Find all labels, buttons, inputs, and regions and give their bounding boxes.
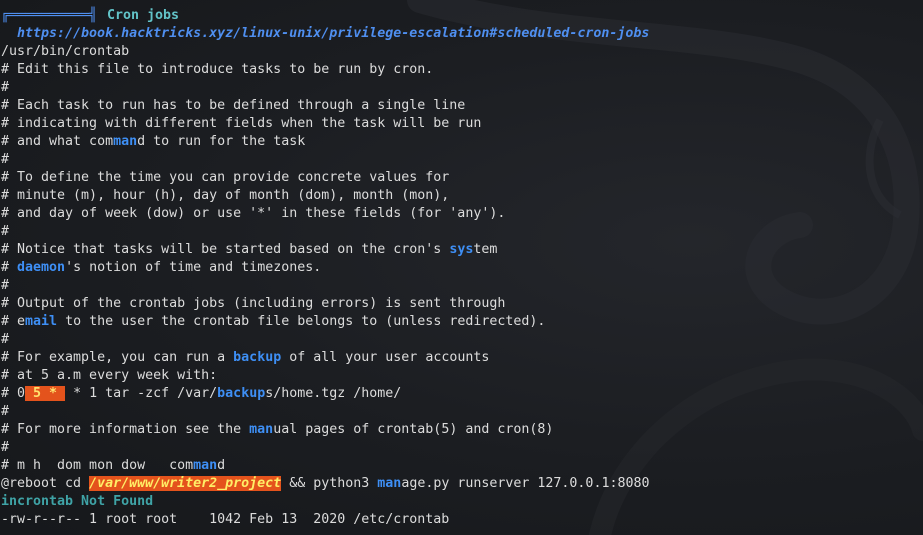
- output-line: # indicating with different fields when …: [1, 116, 482, 131]
- output-line: # email to the user the crontab file bel…: [0, 313, 923, 331]
- output-line: # 0 5 * * 1 tar -zcf /var/backups/home.t…: [0, 385, 923, 403]
- red-highlight: 5 *: [25, 386, 66, 401]
- text-segment: # m h dom mon dow com: [1, 458, 194, 473]
- text-segment: to the user the crontab file belongs to …: [57, 314, 546, 329]
- output-line: # Edit this file to introduce tasks to b…: [1, 62, 434, 77]
- text-segment: && python3: [281, 476, 378, 491]
- incrontab-status: incrontab Not Found: [1, 494, 154, 509]
- text-segment: # For more information see the: [1, 422, 250, 437]
- output-line: # Output of the crontab jobs (including …: [1, 296, 506, 311]
- text-segment: d to run for the task: [137, 134, 306, 149]
- output-line: # and what command to run for the task: [0, 133, 923, 151]
- output-line: #: [1, 332, 10, 347]
- terminal-output: ╔══════════╣ Cron jobs https://book.hack…: [0, 7, 923, 529]
- text-segment: d: [217, 458, 226, 473]
- highlighted-keyword: daemon: [17, 260, 66, 275]
- highlighted-keyword: man: [377, 476, 402, 491]
- output-line: # minute (m), hour (h), day of month (do…: [1, 188, 450, 203]
- output-line: # at 5 a.m every week with:: [1, 368, 218, 383]
- text-segment: # Notice that tasks will be started base…: [1, 242, 450, 257]
- text-segment: s/home.tgz /home/: [265, 386, 402, 401]
- highlighted-keyword: backup: [217, 386, 266, 401]
- highlighted-keyword: sys: [449, 242, 474, 257]
- output-line: #: [1, 224, 10, 239]
- output-line: #: [1, 278, 10, 293]
- writable-path-highlight: /var/www/writer2_project: [89, 476, 282, 491]
- output-line: # and day of week (dow) or use '*' in th…: [1, 206, 506, 221]
- text-segment: #: [1, 260, 18, 275]
- file-listing-line: -rw-r--r-- 1 root root 1042 Feb 13 2020 …: [1, 512, 450, 527]
- text-segment: # and what com: [1, 134, 114, 149]
- output-line: # For more information see the manual pa…: [0, 421, 923, 439]
- output-line: # To define the time you can provide con…: [1, 170, 450, 185]
- box-corner-glyph: ╔══════════╣: [1, 8, 98, 23]
- output-line: #: [1, 80, 10, 95]
- output-line: # Each task to run has to be defined thr…: [1, 98, 466, 113]
- output-line: #: [1, 440, 10, 455]
- text-segment: 's notion of time and timezones.: [65, 260, 322, 275]
- output-line: # For example, you can run a backup of a…: [0, 349, 923, 367]
- section-header-line: ╔══════════╣ Cron jobs: [0, 7, 923, 25]
- highlighted-keyword: man: [193, 458, 218, 473]
- section-title: Cron jobs: [107, 8, 180, 23]
- text-segment: # For example, you can run a: [1, 350, 234, 365]
- section-url-line: https://book.hacktricks.xyz/linux-unix/p…: [0, 25, 923, 43]
- output-line: # Notice that tasks will be started base…: [0, 241, 923, 259]
- output-line: #: [1, 152, 10, 167]
- text-segment: ual pages of crontab(5) and cron(8): [273, 422, 554, 437]
- output-line: #: [1, 404, 10, 419]
- text-segment: @reboot cd: [1, 476, 90, 491]
- highlighted-keyword: man: [113, 134, 138, 149]
- output-line: /usr/bin/crontab: [1, 44, 130, 59]
- text-segment: of all your user accounts: [281, 350, 490, 365]
- cron-entry-line: @reboot cd /var/www/writer2_project && p…: [0, 475, 923, 493]
- highlighted-keyword: mail: [25, 314, 58, 329]
- text-segment: * 1 tar -zcf /var/: [65, 386, 218, 401]
- highlighted-keyword: man: [249, 422, 274, 437]
- terminal-window[interactable]: ╔══════════╣ Cron jobs https://book.hack…: [0, 0, 923, 535]
- text-segment: # e: [1, 314, 26, 329]
- output-line: # m h dom mon dow command: [0, 457, 923, 475]
- text-segment: # 0: [1, 386, 26, 401]
- text-segment: tem: [473, 242, 498, 257]
- output-line: # daemon's notion of time and timezones.: [0, 259, 923, 277]
- reference-link[interactable]: https://book.hacktricks.xyz/linux-unix/p…: [1, 26, 649, 41]
- text-segment: age.py runserver 127.0.0.1:8080: [401, 476, 650, 491]
- highlighted-keyword: backup: [233, 350, 282, 365]
